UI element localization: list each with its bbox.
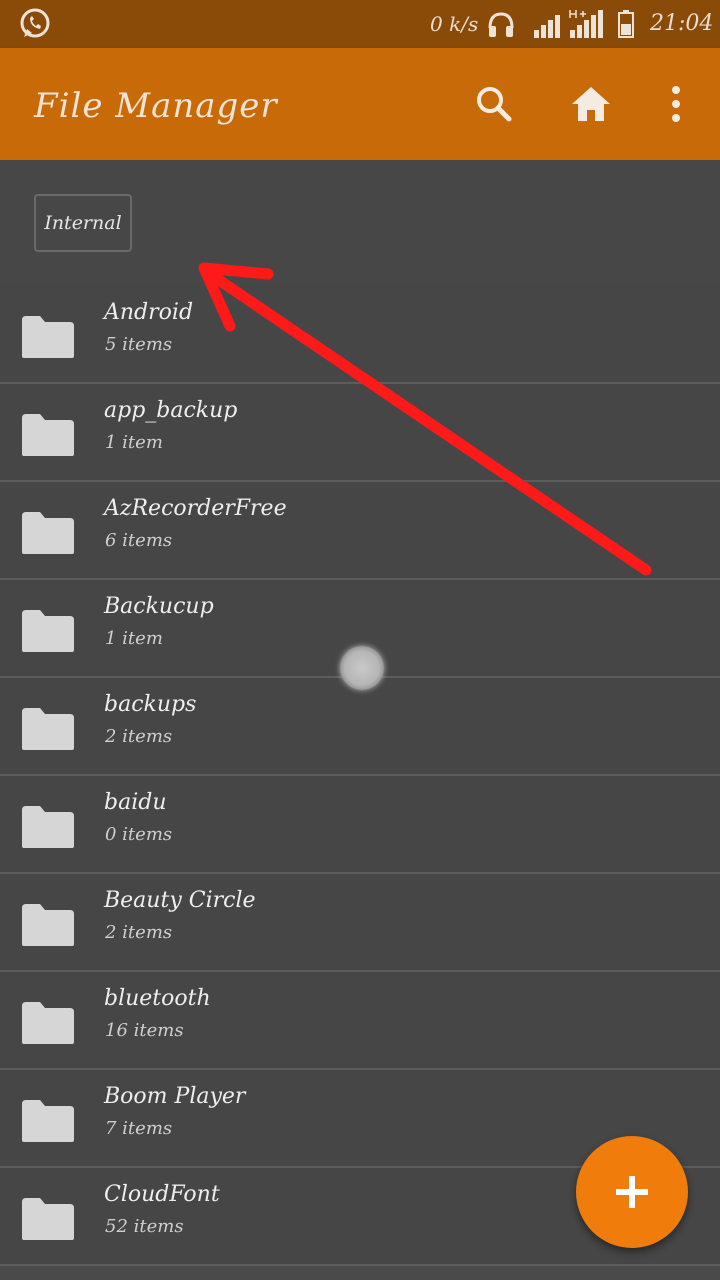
folder-icon xyxy=(22,904,74,946)
list-item[interactable]: AzRecorderFree 6 items xyxy=(0,482,720,580)
folder-icon xyxy=(22,806,74,848)
list-item[interactable]: Android 5 items xyxy=(0,286,720,384)
file-name: baidu xyxy=(104,790,167,815)
folder-icon xyxy=(22,316,74,358)
folder-icon xyxy=(22,610,74,652)
headset-icon xyxy=(488,12,514,37)
battery-icon xyxy=(618,10,634,38)
network-speed: 0 k/s xyxy=(430,12,479,36)
clock: 21:04 xyxy=(650,11,714,36)
file-name: CloudFont xyxy=(104,1182,220,1207)
file-name: backups xyxy=(104,692,197,717)
list-item[interactable]: app_backup 1 item xyxy=(0,384,720,482)
home-icon xyxy=(572,87,610,121)
folder-icon xyxy=(22,1100,74,1142)
folder-icon xyxy=(22,1002,74,1044)
file-count: 1 item xyxy=(105,432,163,453)
folder-icon xyxy=(22,708,74,750)
file-count: 2 items xyxy=(105,726,173,747)
search-button[interactable] xyxy=(464,74,524,134)
file-list: Android 5 items app_backup 1 item AzReco… xyxy=(0,286,720,1266)
more-options-button[interactable] xyxy=(646,74,706,134)
file-name: AzRecorderFree xyxy=(104,496,287,521)
file-count: 6 items xyxy=(105,530,173,551)
file-count: 5 items xyxy=(105,334,173,355)
file-count: 0 items xyxy=(105,824,173,845)
file-name: bluetooth xyxy=(104,986,211,1011)
breadcrumb: Internal xyxy=(0,160,720,286)
home-button[interactable] xyxy=(561,74,621,134)
folder-icon xyxy=(22,414,74,456)
folder-icon xyxy=(22,512,74,554)
file-count: 52 items xyxy=(105,1216,184,1237)
list-item[interactable]: Beauty Circle 2 items xyxy=(0,874,720,972)
list-item[interactable]: backups 2 items xyxy=(0,678,720,776)
status-bar: 0 k/s 21:04 xyxy=(0,0,720,48)
file-name: Android xyxy=(104,300,194,325)
file-count: 2 items xyxy=(105,922,173,943)
folder-icon xyxy=(22,1198,74,1240)
list-item[interactable]: baidu 0 items xyxy=(0,776,720,874)
breadcrumb-internal[interactable]: Internal xyxy=(34,194,132,252)
list-item[interactable]: bluetooth 16 items xyxy=(0,972,720,1070)
file-count: 16 items xyxy=(105,1020,184,1041)
app-title: File Manager xyxy=(34,86,278,126)
file-name: Backucup xyxy=(104,594,214,619)
file-name: Boom Player xyxy=(104,1084,246,1109)
file-count: 1 item xyxy=(105,628,163,649)
search-icon xyxy=(477,87,512,122)
file-name: Beauty Circle xyxy=(104,888,256,913)
app-bar: File Manager xyxy=(0,48,720,160)
file-name: app_backup xyxy=(104,398,238,423)
file-count: 7 items xyxy=(105,1118,173,1139)
whatsapp-icon xyxy=(20,8,50,38)
touch-indicator xyxy=(340,646,384,690)
plus-icon xyxy=(616,1176,648,1208)
add-button[interactable] xyxy=(576,1136,688,1248)
signal-icon xyxy=(534,15,560,38)
signal-hplus-icon xyxy=(569,10,603,38)
more-vertical-icon xyxy=(672,86,680,122)
